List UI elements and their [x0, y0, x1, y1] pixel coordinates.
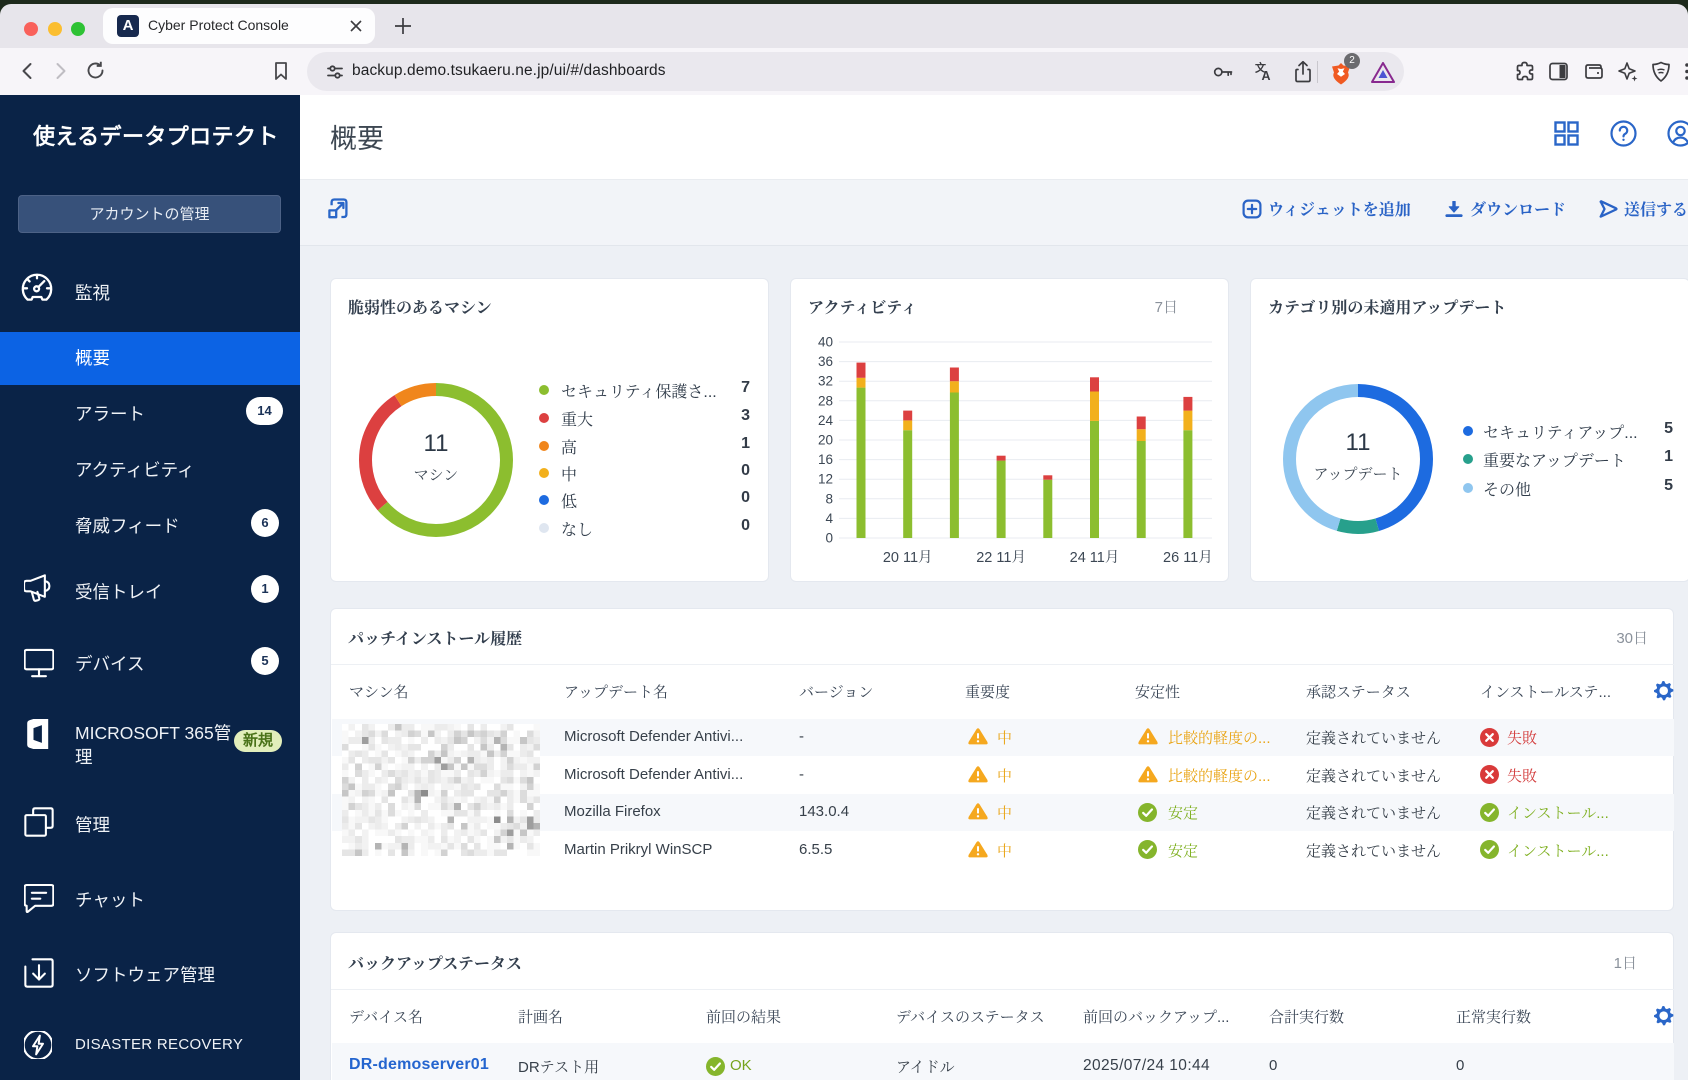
svg-text:22 11月: 22 11月	[976, 549, 1026, 566]
svg-text:28: 28	[818, 393, 833, 408]
svg-text:24 11月: 24 11月	[1070, 549, 1120, 566]
svg-text:0: 0	[825, 531, 833, 546]
svg-text:16: 16	[818, 452, 833, 467]
svg-text:12: 12	[818, 472, 833, 487]
svg-text:20 11月: 20 11月	[883, 549, 933, 566]
svg-text:A: A	[1262, 69, 1271, 83]
svg-text:26 11月: 26 11月	[1163, 549, 1213, 566]
svg-text:20: 20	[818, 433, 833, 448]
svg-text:4: 4	[825, 511, 833, 526]
svg-text:24: 24	[818, 413, 834, 428]
svg-text:8: 8	[825, 491, 833, 506]
svg-text:40: 40	[818, 335, 833, 350]
svg-text:36: 36	[818, 354, 833, 369]
svg-text:32: 32	[818, 374, 833, 389]
